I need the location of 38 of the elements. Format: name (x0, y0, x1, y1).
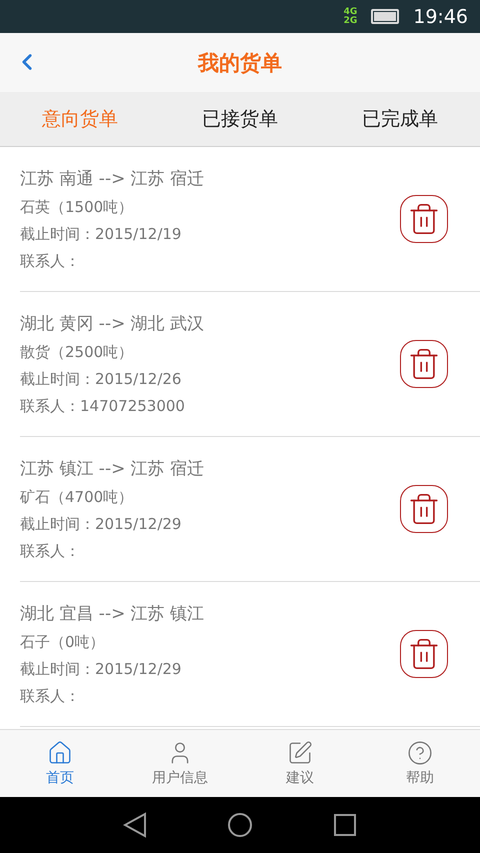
route-text: 江苏 南通 --> 江苏 宿迁 (20, 168, 204, 190)
nav-item[interactable]: 建议 (240, 730, 360, 797)
home-circle-icon[interactable] (227, 812, 253, 838)
delete-button[interactable] (400, 485, 448, 533)
contact-text: 联系人： (20, 252, 81, 271)
network-label: 4G (344, 8, 358, 16)
delete-button[interactable] (400, 195, 448, 243)
contact-text: 联系人： (20, 687, 81, 706)
route-text: 江苏 镇江 --> 江苏 宿迁 (20, 458, 204, 480)
nav-item[interactable]: 首页 (0, 730, 120, 797)
nav-item[interactable]: 帮助 (360, 730, 480, 797)
delete-button[interactable] (400, 630, 448, 678)
deadline-text: 截止时间：2015/12/26 (20, 370, 182, 389)
tab[interactable]: 已接货单 (160, 92, 320, 146)
contact-text: 联系人： (20, 542, 81, 561)
home-icon (47, 740, 73, 766)
cargo-text: 矿石（4700吨） (20, 488, 134, 507)
help-icon (407, 740, 433, 766)
page-title: 我的货单 (198, 50, 282, 76)
network-label: 2G (344, 16, 358, 26)
tab[interactable]: 意向货单 (0, 92, 160, 146)
nav-item[interactable]: 用户信息 (120, 730, 240, 797)
route-text: 湖北 黄冈 --> 湖北 武汉 (20, 313, 204, 335)
deadline-text: 截止时间：2015/12/29 (20, 660, 182, 679)
cargo-text: 石英（1500吨） (20, 198, 134, 217)
cargo-text: 散货（2500吨） (20, 343, 134, 362)
route-text: 湖北 宜昌 --> 江苏 镇江 (20, 603, 204, 625)
battery-icon (371, 9, 400, 24)
delete-button[interactable] (400, 340, 448, 388)
deadline-text: 截止时间：2015/12/19 (20, 225, 182, 244)
clock: 19:46 (413, 6, 468, 28)
tab[interactable]: 已完成单 (320, 92, 480, 146)
recents-icon[interactable] (333, 813, 357, 837)
deadline-text: 截止时间：2015/12/29 (20, 515, 182, 534)
contact-text: 联系人：14707253000 (20, 397, 186, 416)
edit-icon (287, 740, 313, 766)
cargo-text: 石子（0吨） (20, 633, 106, 652)
back-icon[interactable] (123, 812, 147, 838)
